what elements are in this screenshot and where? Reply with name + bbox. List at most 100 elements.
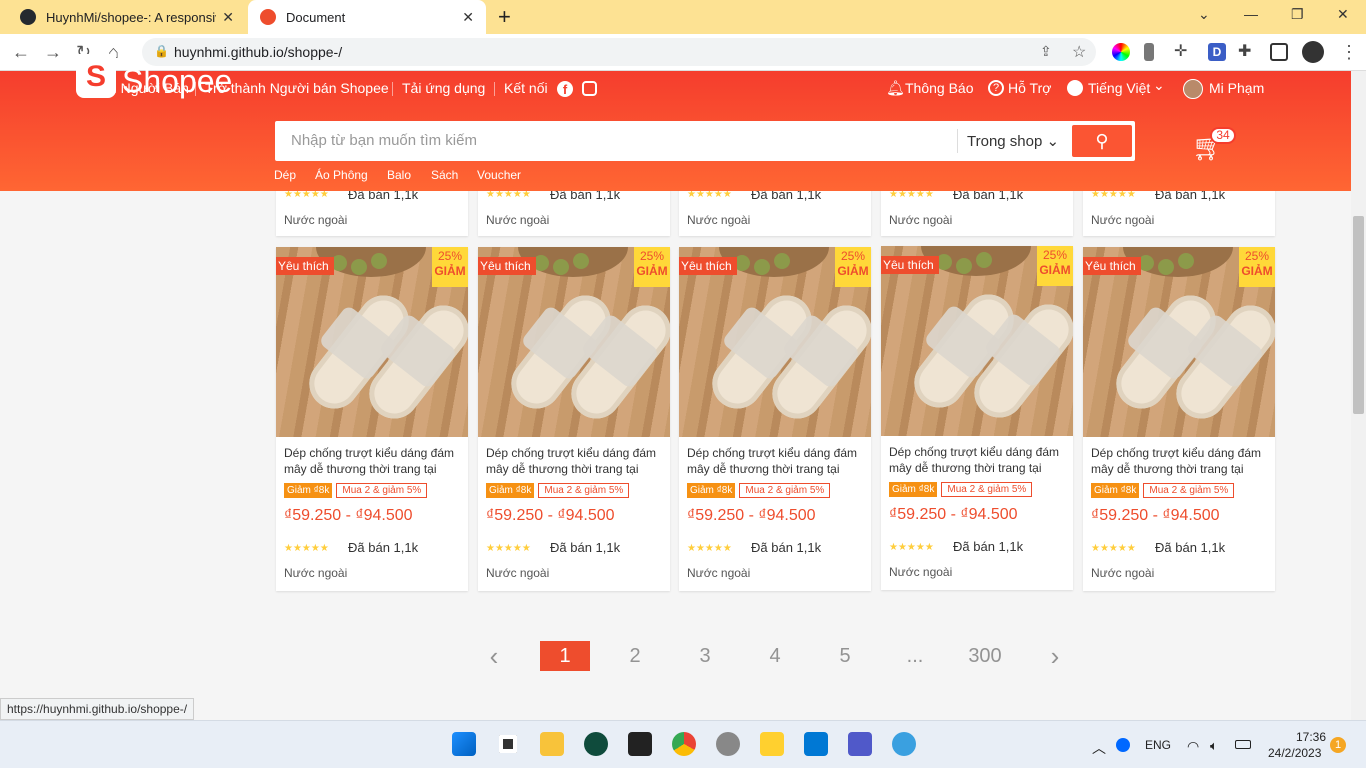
page-1-button[interactable]: 1 (540, 641, 590, 671)
discount-badge: 25% GIẢM (634, 247, 670, 287)
url-text: huynhmi.github.io/shoppe-/ (174, 44, 343, 60)
product-card[interactable]: Yêu thích 25% GIẢM Dép chống trượt kiểu d… (478, 247, 670, 591)
tab-title: Document (286, 9, 346, 25)
file-explorer-icon[interactable] (540, 732, 564, 756)
product-price: ₫59.250 - ₫94.500 (889, 506, 1018, 523)
voucher-tag: Giảm ₫8k (486, 483, 535, 498)
close-tab-icon[interactable]: ✕ (462, 9, 474, 26)
page-300-button[interactable]: 300 (960, 645, 1010, 668)
teams-icon[interactable] (848, 732, 872, 756)
crosshair-extension-icon[interactable]: ✛ (1174, 43, 1192, 61)
username-link[interactable]: Mi Phạm (1209, 80, 1264, 96)
divider (957, 129, 958, 153)
d-extension-icon[interactable]: D (1208, 43, 1226, 61)
tab-github[interactable]: HuynhMi/shopee-: A responsive ✕ (8, 0, 246, 34)
product-card[interactable]: Yêu thích 25% GIẢM Dép chống trượt kiểu d… (1083, 247, 1275, 591)
volume-icon[interactable]: 🔈︎ (1210, 738, 1218, 754)
profile-avatar[interactable] (1302, 41, 1324, 63)
discount-percent: 25% (1042, 248, 1068, 262)
user-avatar[interactable] (1183, 79, 1203, 99)
language-indicator[interactable]: ENG (1145, 738, 1171, 752)
clock-time[interactable]: 17:36 (1296, 730, 1326, 744)
favorite-badge: Yêu thích (881, 256, 939, 274)
chrome-icon[interactable] (672, 732, 696, 756)
tab-search-icon[interactable]: ⌄ (1198, 6, 1210, 23)
puzzle-icon[interactable]: ✚ (1238, 43, 1256, 61)
promo-tag: Mua 2 & giảm 5% (739, 483, 831, 498)
product-name[interactable]: Dép chống trượt kiểu dáng đám mây dễ thư… (687, 445, 865, 477)
facebook-icon[interactable]: f (557, 81, 573, 97)
scrollbar-thumb[interactable] (1353, 216, 1364, 414)
sticky-notes-icon[interactable] (628, 732, 652, 756)
tab-document[interactable]: Document ✕ (248, 0, 486, 34)
product-card[interactable]: Yêu thích 25% GIẢM Dép chống trượt kiểu d… (679, 247, 871, 591)
page-5-button[interactable]: 5 (820, 645, 870, 668)
side-panel-icon[interactable] (1270, 43, 1288, 61)
product-name[interactable]: Dép chống trượt kiểu dáng đám mây dễ thư… (486, 445, 664, 477)
extension-icon[interactable] (1144, 43, 1154, 61)
page-2-button[interactable]: 2 (610, 645, 660, 668)
category-link-sach[interactable]: Sách (431, 168, 458, 182)
clock-date[interactable]: 24/2/2023 (1268, 746, 1321, 760)
download-app-link[interactable]: Tải ứng dụng (402, 80, 485, 96)
next-page-icon[interactable]: › (1030, 641, 1080, 672)
page-3-button[interactable]: 3 (680, 645, 730, 668)
new-tab-icon[interactable]: + (498, 4, 511, 30)
shopee-bag-icon[interactable]: S (76, 54, 116, 98)
notifications-link[interactable]: Thông Báo (905, 80, 974, 96)
product-name[interactable]: Dép chống trượt kiểu dáng đám mây dễ thư… (889, 444, 1067, 476)
app-icon[interactable] (892, 732, 916, 756)
discount-label: GIẢM (1241, 264, 1273, 278)
search-button[interactable]: ⚲ (1072, 125, 1132, 157)
product-name[interactable]: Dép chống trượt kiểu dáng đám mây dễ thư… (1091, 445, 1269, 477)
app-icon[interactable] (716, 732, 740, 756)
language-selector[interactable]: Tiếng Việt (1088, 80, 1150, 96)
notification-badge[interactable]: 1 (1330, 737, 1346, 753)
menu-dots-icon[interactable]: ⋮ (1340, 42, 1358, 63)
minimize-icon[interactable]: — (1244, 6, 1258, 22)
category-link-dep[interactable]: Dép (274, 168, 296, 182)
category-link-balo[interactable]: Balo (387, 168, 411, 182)
page-4-button[interactable]: 4 (750, 645, 800, 668)
become-seller-link[interactable]: Trở thành Người bán Shopee (205, 80, 389, 96)
search-scope-select[interactable]: Trong shop ⌄ (967, 132, 1059, 150)
prev-page-icon[interactable]: ‹ (469, 641, 519, 672)
miro-icon[interactable] (760, 732, 784, 756)
share-icon[interactable]: ⇪ (1040, 43, 1052, 60)
vscode-icon[interactable] (804, 732, 828, 756)
instagram-icon[interactable] (582, 81, 597, 96)
promo-tag: Mua 2 & giảm 5% (538, 483, 630, 498)
category-link-voucher[interactable]: Voucher (477, 168, 521, 182)
origin-label: Nước ngoài (486, 566, 550, 580)
address-bar[interactable]: 🔒 huynhmi.github.io/shoppe-/ ⇪ ☆ (142, 38, 1096, 66)
discount-percent: 25% (639, 249, 665, 263)
product-card[interactable]: Yêu thích 25% GIẢM Dép chống trượt kiểu d… (881, 246, 1073, 590)
product-name[interactable]: Dép chống trượt kiểu dáng đám mây dễ thư… (284, 445, 462, 477)
lock-icon[interactable]: 🔒 (154, 44, 169, 58)
favorite-badge: Yêu thích (478, 257, 536, 275)
close-tab-icon[interactable]: ✕ (222, 9, 234, 26)
forward-icon[interactable]: → (44, 42, 62, 63)
bookmark-star-icon[interactable]: ☆ (1072, 42, 1086, 62)
cart-count-badge: 34 (1210, 127, 1236, 144)
shopee-logo[interactable]: Shopee (122, 63, 232, 100)
close-window-icon[interactable]: ✕ (1337, 6, 1349, 23)
battery-icon[interactable] (1235, 740, 1251, 749)
start-icon[interactable] (452, 732, 476, 756)
discount-percent: 25% (1244, 249, 1270, 263)
app-icon[interactable] (584, 732, 608, 756)
search-input[interactable] (291, 132, 931, 149)
tray-chevron-icon[interactable]: ︿ (1092, 738, 1106, 758)
maximize-icon[interactable]: ❐ (1291, 6, 1304, 23)
favorite-badge: Yêu thích (679, 257, 737, 275)
back-icon[interactable]: ← (12, 42, 30, 63)
product-card[interactable]: Yêu thích 25% GIẢM Dép chống trượt kiểu d… (276, 247, 468, 591)
help-link[interactable]: Hỗ Trợ (1008, 80, 1051, 96)
category-link-ao-phong[interactable]: Áo Phông (315, 168, 368, 182)
favorite-badge: Yêu thích (1083, 257, 1141, 275)
zalo-icon[interactable] (1116, 738, 1130, 752)
color-extension-icon[interactable] (1112, 43, 1130, 61)
search-icon: ⚲ (1095, 131, 1109, 151)
task-view-icon[interactable] (496, 732, 520, 756)
wifi-icon[interactable]: ◠ (1187, 738, 1199, 755)
